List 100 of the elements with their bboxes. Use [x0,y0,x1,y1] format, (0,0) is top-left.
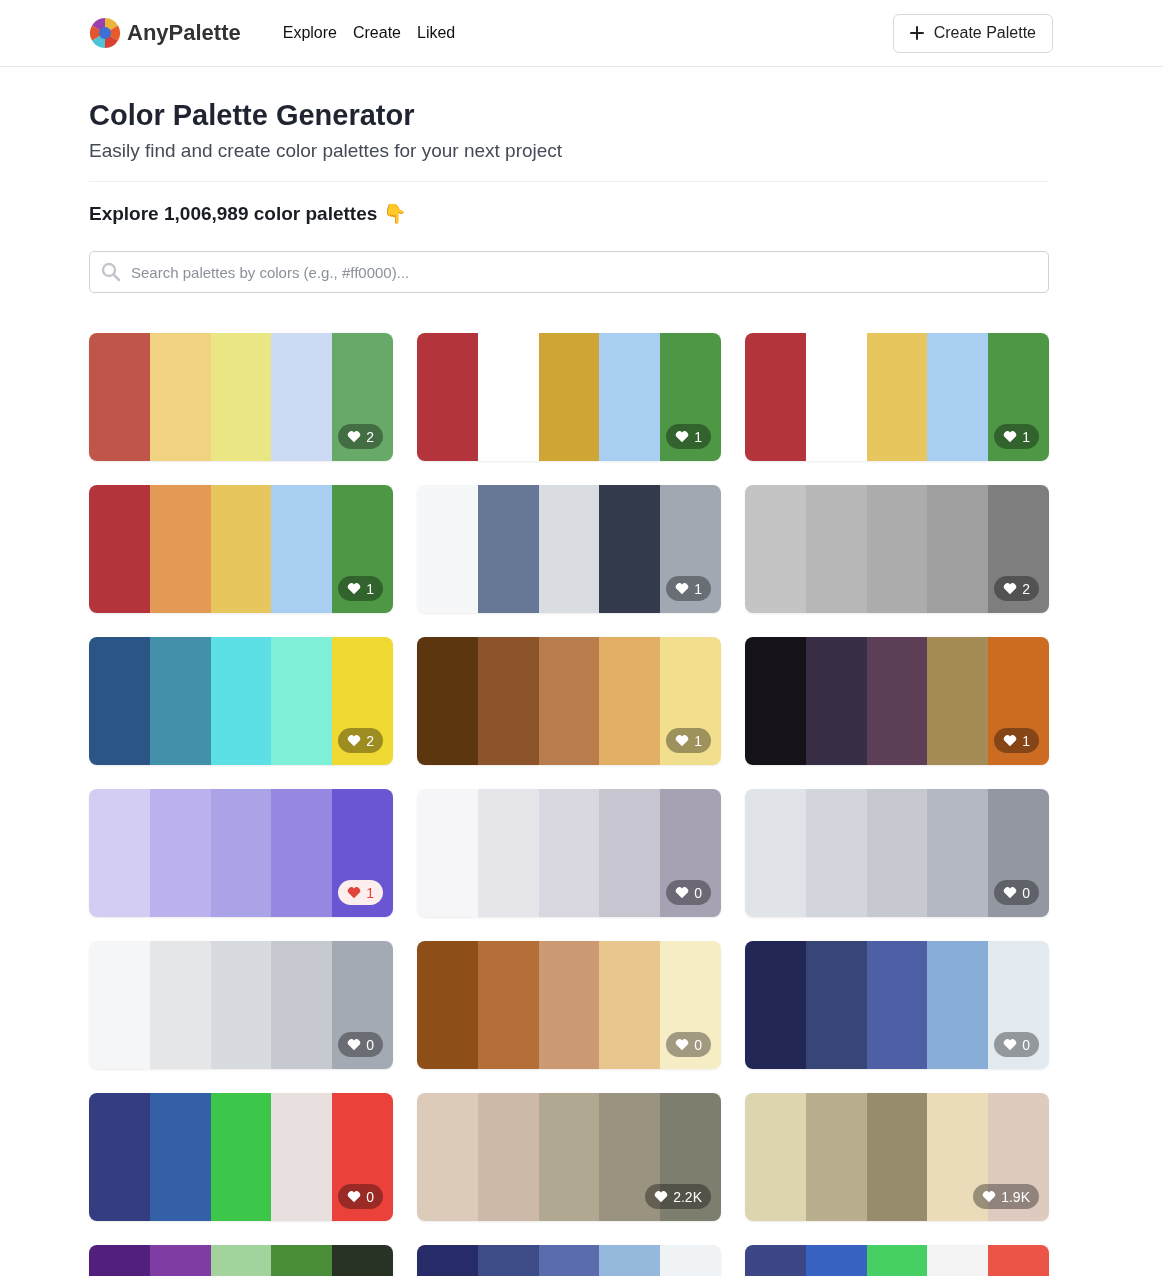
palette-card[interactable]: 0 [745,789,1049,917]
like-button[interactable]: 1 [666,424,711,449]
color-swatch[interactable] [805,485,867,613]
color-swatch[interactable] [477,1093,539,1221]
color-swatch[interactable] [149,485,211,613]
color-swatch[interactable] [988,941,1049,1069]
palette-card[interactable]: 1 [89,789,393,917]
color-swatch[interactable] [745,485,806,613]
color-swatch[interactable] [332,941,393,1069]
palette-card[interactable]: 1.9K [745,1093,1049,1221]
color-swatch[interactable] [89,789,150,917]
color-swatch[interactable] [805,789,867,917]
color-swatch[interactable] [417,1093,478,1221]
color-swatch[interactable] [988,485,1049,613]
color-swatch[interactable] [332,637,393,765]
color-swatch[interactable] [927,1093,989,1221]
color-swatch[interactable] [866,485,928,613]
color-swatch[interactable] [417,333,478,461]
color-swatch[interactable] [417,941,478,1069]
color-swatch[interactable] [745,637,806,765]
palette-card[interactable]: 2 [89,333,393,461]
brand-name[interactable]: AnyPalette [127,20,241,46]
palette-card[interactable]: 2.2K [417,1093,721,1221]
color-swatch[interactable] [149,1093,211,1221]
color-swatch[interactable] [89,941,150,1069]
color-swatch[interactable] [271,1093,333,1221]
color-swatch[interactable] [210,941,272,1069]
color-swatch[interactable] [332,1093,393,1221]
color-swatch[interactable] [538,637,600,765]
color-swatch[interactable] [866,941,928,1069]
color-swatch[interactable] [210,789,272,917]
color-swatch[interactable] [805,637,867,765]
color-swatch[interactable] [599,941,661,1069]
color-swatch[interactable] [477,333,539,461]
color-swatch[interactable] [149,333,211,461]
color-swatch[interactable] [866,333,928,461]
color-swatch[interactable] [927,485,989,613]
color-swatch[interactable] [149,789,211,917]
color-swatch[interactable] [477,637,539,765]
color-swatch[interactable] [210,637,272,765]
color-swatch[interactable] [149,941,211,1069]
color-swatch[interactable] [271,637,333,765]
like-button[interactable]: 2 [994,576,1039,601]
color-swatch[interactable] [89,333,150,461]
palette-card[interactable]: 0 [417,789,721,917]
color-swatch[interactable] [599,485,661,613]
color-swatch[interactable] [210,1093,272,1221]
color-swatch[interactable] [988,1093,1049,1221]
color-swatch[interactable] [538,941,600,1069]
color-swatch[interactable] [89,485,150,613]
like-button[interactable]: 0 [666,880,711,905]
color-swatch[interactable] [927,637,989,765]
color-swatch[interactable] [417,789,478,917]
color-swatch[interactable] [866,637,928,765]
color-swatch[interactable] [745,1093,806,1221]
palette-card[interactable]: 1 [89,485,393,613]
color-swatch[interactable] [477,789,539,917]
color-swatch[interactable] [599,789,661,917]
color-swatch[interactable] [599,333,661,461]
palette-card[interactable]: 2 [89,637,393,765]
palette-card[interactable]: 0 [89,941,393,1069]
color-swatch[interactable] [271,485,333,613]
color-swatch[interactable] [805,1093,867,1221]
color-swatch[interactable] [210,485,272,613]
color-swatch[interactable] [89,1093,150,1221]
palette-card[interactable]: 1 [417,333,721,461]
color-swatch[interactable] [988,333,1049,461]
palette-card[interactable]: 0 [89,1093,393,1221]
color-swatch[interactable] [660,789,721,917]
color-swatch[interactable] [805,941,867,1069]
color-swatch[interactable] [745,333,806,461]
like-button[interactable]: 1 [666,576,711,601]
palette-card[interactable]: 1 [417,485,721,613]
color-swatch[interactable] [927,941,989,1069]
color-swatch[interactable] [271,333,333,461]
color-swatch[interactable] [538,789,600,917]
color-swatch[interactable] [660,333,721,461]
color-swatch[interactable] [927,333,989,461]
color-swatch[interactable] [210,333,272,461]
nav-link[interactable]: Liked [417,24,456,42]
color-swatch[interactable] [866,1093,928,1221]
color-swatch[interactable] [271,789,333,917]
palette-card[interactable]: 2 [745,485,1049,613]
color-swatch[interactable] [745,941,806,1069]
color-swatch[interactable] [660,485,721,613]
color-swatch[interactable] [599,1093,661,1221]
like-button[interactable]: 1 [994,424,1039,449]
color-swatch[interactable] [660,1093,721,1221]
color-swatch[interactable] [538,485,600,613]
color-swatch[interactable] [417,485,478,613]
like-button[interactable]: 2.2K [645,1184,711,1209]
like-button[interactable]: 2 [338,424,383,449]
color-swatch[interactable] [988,789,1049,917]
color-swatch[interactable] [745,789,806,917]
like-button[interactable]: 0 [338,1032,383,1057]
color-swatch[interactable] [538,1093,600,1221]
color-swatch[interactable] [660,637,721,765]
like-button[interactable]: 0 [994,880,1039,905]
like-button[interactable]: 0 [338,1184,383,1209]
color-swatch[interactable] [660,941,721,1069]
